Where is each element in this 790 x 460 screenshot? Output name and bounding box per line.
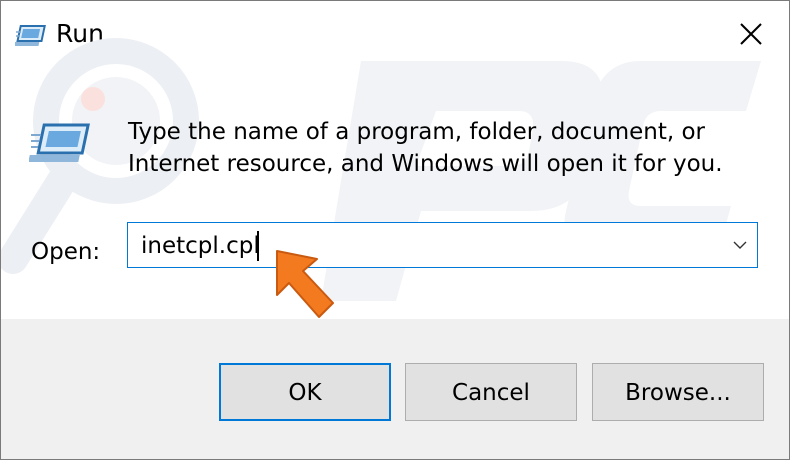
ok-button[interactable]: OK [219, 363, 391, 421]
window-title: Run [56, 19, 104, 48]
cancel-button[interactable]: Cancel [405, 363, 577, 421]
open-label: Open: [31, 239, 101, 265]
open-combobox[interactable]: inetcpl.cpl [127, 222, 758, 268]
annotation-arrow-icon [276, 250, 334, 318]
close-button[interactable] [721, 7, 781, 61]
dropdown-button[interactable] [723, 223, 757, 267]
chevron-down-icon [733, 241, 747, 249]
description-line: Type the name of a program, folder, docu… [128, 119, 705, 145]
dialog-description: Type the name of a program, folder, docu… [128, 116, 748, 180]
run-icon [15, 25, 46, 46]
description-line: Internet resource, and Windows will open… [128, 151, 723, 177]
title-bar[interactable]: Run [1, 1, 789, 67]
close-icon [740, 23, 762, 45]
run-dialog: Run Type the name of a program, folder, … [0, 0, 790, 460]
run-icon [29, 123, 90, 162]
open-input[interactable]: inetcpl.cpl [141, 231, 260, 261]
browse-button[interactable]: Browse... [592, 363, 764, 421]
text-caret [257, 231, 259, 261]
